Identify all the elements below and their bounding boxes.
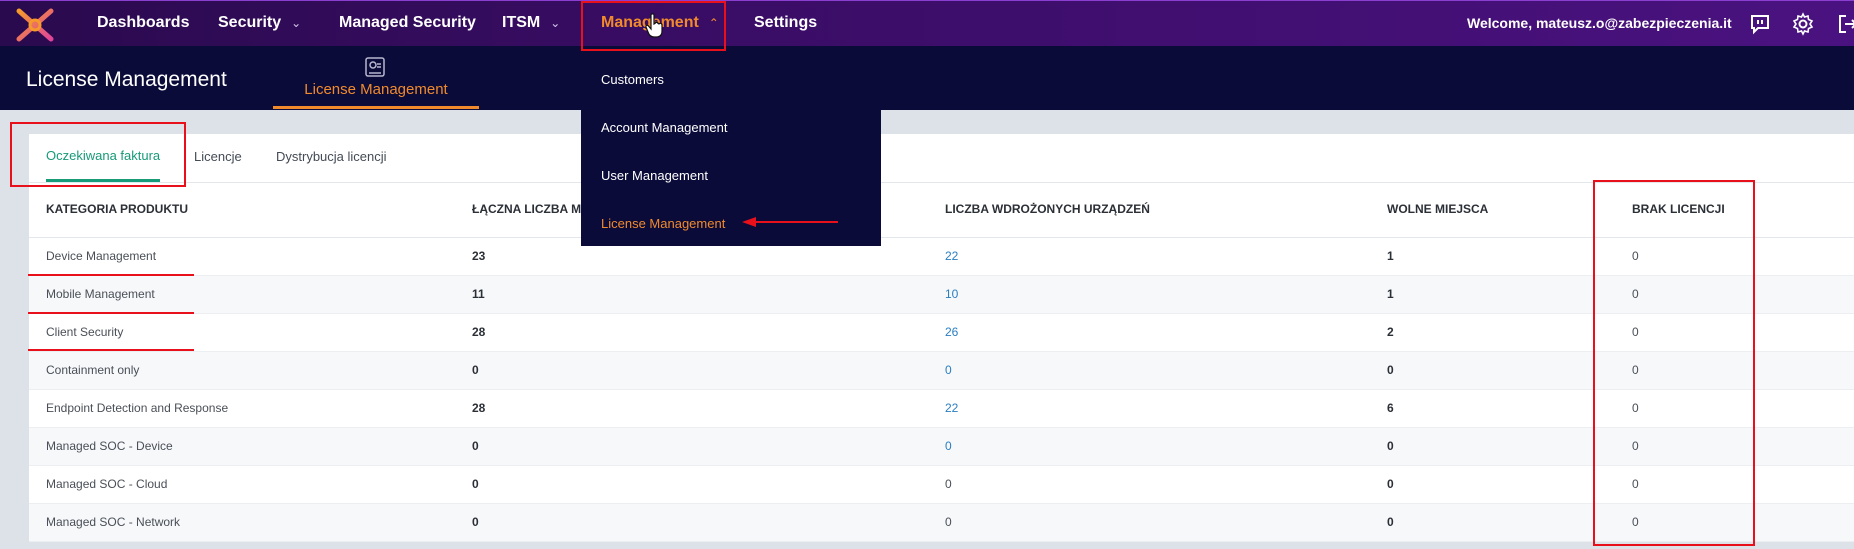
cell-category: Managed SOC - Network <box>46 515 181 529</box>
cell-no-license: 0 <box>1632 477 1639 491</box>
cell-no-license: 0 <box>1632 325 1639 339</box>
tab-license-management[interactable]: License Management <box>273 46 479 109</box>
column-header-free-seats[interactable]: WOLNE MIEJSCA <box>1387 182 1488 237</box>
cell-category: Endpoint Detection and Response <box>46 401 229 415</box>
cell-total: 11 <box>472 287 485 301</box>
cell-deployed[interactable]: 26 <box>945 314 958 351</box>
cell-free-seats: 2 <box>1387 325 1394 339</box>
chevron-down-icon: ⌄ <box>550 16 561 30</box>
table-row: Managed SOC - Device 0 0 0 0 <box>29 428 1854 466</box>
menu-item-account-management[interactable]: Account Management <box>601 120 727 135</box>
chevron-down-icon: ⌄ <box>291 16 302 30</box>
column-header-no-license[interactable]: BRAK LICENCJI <box>1632 182 1725 237</box>
cell-total: 28 <box>472 325 486 339</box>
cell-no-license: 0 <box>1632 515 1639 529</box>
cell-category: Client Security <box>46 325 124 339</box>
cell-total: 0 <box>472 515 479 529</box>
chevron-up-icon: ⌃ <box>708 16 719 30</box>
menu-item-license-management[interactable]: License Management <box>601 216 725 231</box>
cell-deployed[interactable]: 10 <box>945 276 958 313</box>
tab-dystrybucja-licencji[interactable]: Dystrybucja licencji <box>276 134 387 180</box>
cell-no-license: 0 <box>1632 249 1639 263</box>
cell-deployed: 0 <box>945 515 952 529</box>
tab-bar: Oczekiwana faktura Licencje Dystrybucja … <box>29 134 1854 183</box>
nav-dashboards[interactable]: Dashboards <box>97 1 189 47</box>
cell-no-license: 0 <box>1632 401 1639 415</box>
nav-security[interactable]: Security ⌄ <box>218 1 301 47</box>
nav-dashboards-label: Dashboards <box>97 14 190 31</box>
cell-category: Device Management <box>46 249 157 263</box>
welcome-text: Welcome, mateusz.o@zabezpieczenia.it <box>1467 15 1732 31</box>
nav-itsm-label: ITSM <box>502 14 541 31</box>
nav-settings-label: Settings <box>754 14 818 31</box>
cell-total: 0 <box>472 477 479 491</box>
management-dropdown-menu: Customers Account Management User Manage… <box>581 48 881 246</box>
cell-category: Managed SOC - Cloud <box>46 477 168 491</box>
top-navigation-bar: Dashboards Security ⌄ Managed Security IT… <box>0 0 1854 47</box>
cell-free-seats: 0 <box>1387 439 1394 453</box>
cell-no-license: 0 <box>1632 439 1639 453</box>
gear-icon[interactable] <box>1791 12 1815 36</box>
cell-free-seats: 0 <box>1387 477 1394 491</box>
cell-free-seats: 0 <box>1387 515 1394 529</box>
nav-managed-security[interactable]: Managed Security <box>339 1 476 47</box>
table-row: Containment only 0 0 0 0 <box>29 352 1854 390</box>
column-header-category[interactable]: KATEGORIA PRODUKTU <box>46 182 188 237</box>
nav-managed-security-label: Managed Security <box>339 14 476 31</box>
tab-licencje[interactable]: Licencje <box>194 134 242 180</box>
table-row: Client Security 28 26 2 0 <box>29 314 1854 352</box>
table-row: Managed SOC - Cloud 0 0 0 0 <box>29 466 1854 504</box>
nav-itsm[interactable]: ITSM ⌄ <box>502 1 560 47</box>
license-card: Oczekiwana faktura Licencje Dystrybucja … <box>29 134 1854 542</box>
cell-deployed[interactable]: 0 <box>945 352 952 389</box>
cell-total: 28 <box>472 401 486 415</box>
cell-deployed[interactable]: 22 <box>945 238 958 275</box>
table-row: Managed SOC - Network 0 0 0 0 <box>29 504 1854 542</box>
table-row: Device Management 23 22 1 0 <box>29 238 1854 276</box>
cell-free-seats: 6 <box>1387 401 1394 415</box>
cell-total: 0 <box>472 363 479 377</box>
page-title: License Management <box>26 68 227 91</box>
cell-category: Managed SOC - Device <box>46 439 173 453</box>
tab-oczekiwana-faktura[interactable]: Oczekiwana faktura <box>46 134 161 182</box>
column-header-total[interactable]: ŁĄCZNA LICZBA MI <box>472 182 584 237</box>
subtab-label: License Management <box>304 81 448 98</box>
nav-management-label: Management <box>601 14 699 31</box>
cell-total: 23 <box>472 249 486 263</box>
menu-item-customers[interactable]: Customers <box>601 72 664 87</box>
column-header-deployed[interactable]: LICZBA WDROŻONYCH URZĄDZEŃ <box>945 182 1150 237</box>
license-icon <box>365 57 385 77</box>
nav-security-label: Security <box>218 14 282 31</box>
cell-free-seats: 0 <box>1387 363 1394 377</box>
cell-free-seats: 1 <box>1387 249 1394 263</box>
page-header: License Management License Management <box>0 46 1854 110</box>
nav-settings[interactable]: Settings <box>754 1 817 47</box>
cell-deployed[interactable]: 0 <box>945 428 952 465</box>
logo-icon[interactable] <box>15 7 55 43</box>
feedback-icon[interactable] <box>1748 12 1772 36</box>
cell-deployed: 0 <box>945 477 952 491</box>
menu-item-user-management[interactable]: User Management <box>601 168 708 183</box>
cell-deployed[interactable]: 22 <box>945 390 958 427</box>
cell-no-license: 0 <box>1632 363 1639 377</box>
cell-total: 0 <box>472 439 479 453</box>
table-row: Mobile Management 11 10 1 0 <box>29 276 1854 314</box>
cell-category: Containment only <box>46 363 140 377</box>
table-row: Endpoint Detection and Response 28 22 6 0 <box>29 390 1854 428</box>
cell-no-license: 0 <box>1632 287 1639 301</box>
logout-icon[interactable] <box>1836 12 1854 36</box>
nav-management[interactable]: Management ⌃ <box>601 1 719 47</box>
cell-free-seats: 1 <box>1387 287 1394 301</box>
table-header: KATEGORIA PRODUKTU ŁĄCZNA LICZBA MI LICZ… <box>29 182 1854 238</box>
cell-category: Mobile Management <box>46 287 155 301</box>
